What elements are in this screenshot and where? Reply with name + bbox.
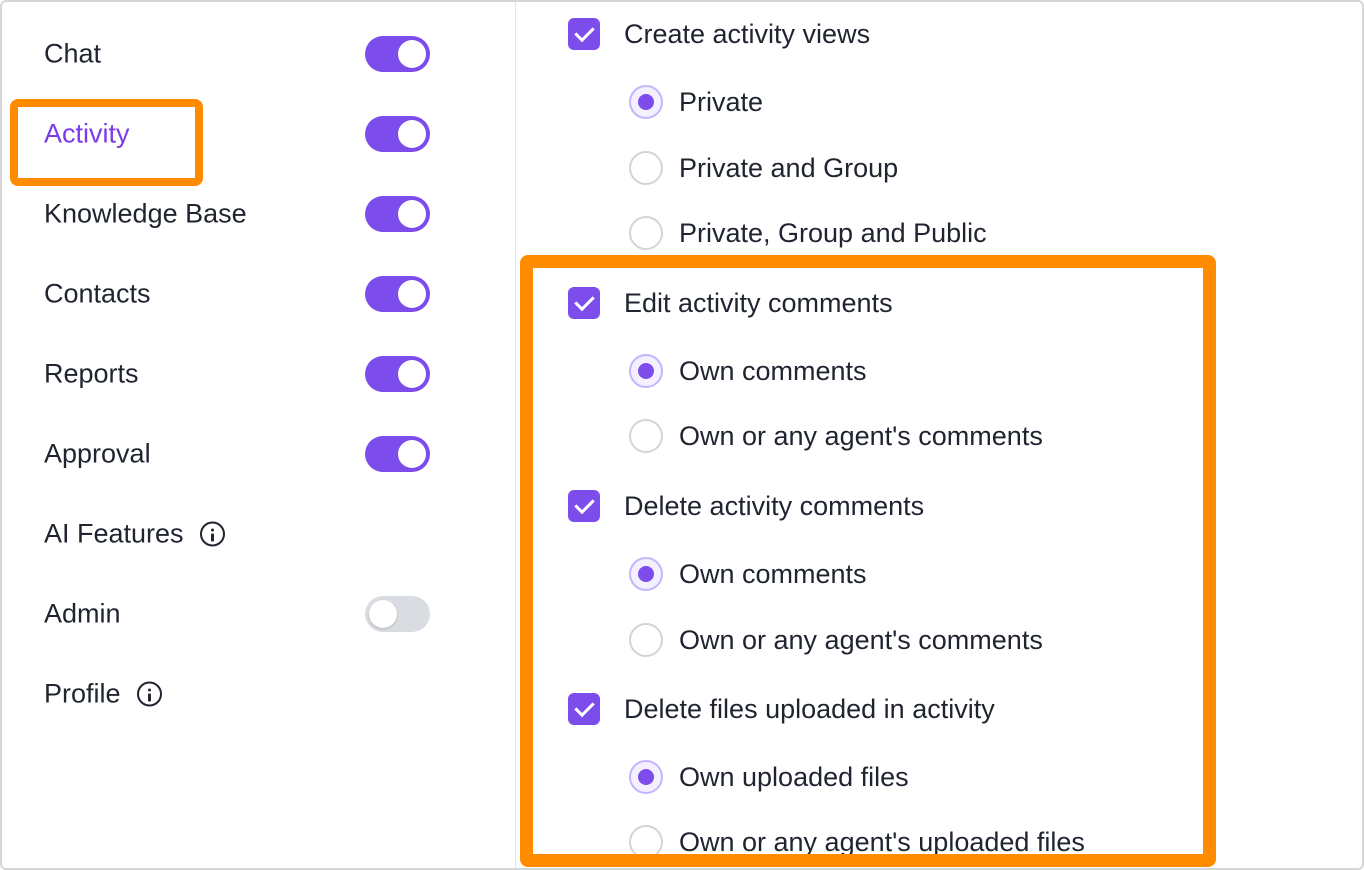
toggle-knob bbox=[398, 280, 426, 308]
module-row-ai-features[interactable]: AI Features bbox=[2, 506, 516, 562]
toggle-knob bbox=[369, 600, 397, 628]
radio-unselected[interactable] bbox=[629, 216, 663, 250]
radio-unselected[interactable] bbox=[629, 151, 663, 185]
module-label-reports: Reports bbox=[44, 358, 139, 389]
module-row-reports[interactable]: Reports bbox=[2, 346, 516, 402]
module-label-approval: Approval bbox=[44, 438, 151, 469]
module-label-profile-wrap: Profile bbox=[44, 679, 162, 710]
module-label-contacts: Contacts bbox=[44, 278, 151, 309]
radio-selected[interactable] bbox=[629, 85, 663, 119]
info-icon[interactable] bbox=[199, 521, 225, 547]
toggle-knob bbox=[398, 200, 426, 228]
admin-toggle[interactable] bbox=[365, 596, 430, 632]
toggle-knob bbox=[398, 40, 426, 68]
info-icon[interactable] bbox=[136, 681, 162, 707]
approval-toggle[interactable] bbox=[365, 436, 430, 472]
knowledge-base-toggle[interactable] bbox=[365, 196, 430, 232]
comments-highlight-box bbox=[520, 255, 1216, 867]
radio-option-private-group-public[interactable]: Private, Group and Public bbox=[629, 211, 987, 255]
module-row-chat[interactable]: Chat bbox=[2, 26, 516, 82]
module-row-profile[interactable]: Profile bbox=[2, 666, 516, 722]
radio-label: Private, Group and Public bbox=[679, 217, 987, 248]
module-label-ai-features: AI Features bbox=[44, 518, 184, 549]
module-label-admin: Admin bbox=[44, 598, 121, 629]
toggle-knob bbox=[398, 120, 426, 148]
create-activity-views-option[interactable]: Create activity views bbox=[568, 12, 870, 56]
radio-option-private[interactable]: Private bbox=[629, 80, 763, 124]
activity-toggle[interactable] bbox=[365, 116, 430, 152]
radio-label: Private and Group bbox=[679, 152, 899, 183]
create-activity-views-label: Create activity views bbox=[624, 18, 871, 49]
chat-toggle[interactable] bbox=[365, 36, 430, 72]
module-row-contacts[interactable]: Contacts bbox=[2, 266, 516, 322]
activity-highlight-box bbox=[10, 99, 203, 186]
module-row-knowledge-base[interactable]: Knowledge Base bbox=[2, 186, 516, 242]
module-label-ai-features-wrap: AI Features bbox=[44, 519, 225, 550]
module-label-chat: Chat bbox=[44, 38, 102, 69]
module-label-knowledge-base: Knowledge Base bbox=[44, 198, 247, 229]
module-row-approval[interactable]: Approval bbox=[2, 426, 516, 482]
toggle-knob bbox=[398, 360, 426, 388]
radio-option-private-and-group[interactable]: Private and Group bbox=[629, 146, 898, 190]
checkbox-checked[interactable] bbox=[568, 18, 600, 50]
permissions-window: Chat Activity Knowledge Base Contacts Re… bbox=[0, 0, 1364, 870]
toggle-knob bbox=[398, 440, 426, 468]
radio-label: Private bbox=[679, 86, 764, 117]
module-label-profile: Profile bbox=[44, 678, 121, 709]
contacts-toggle[interactable] bbox=[365, 276, 430, 312]
reports-toggle[interactable] bbox=[365, 356, 430, 392]
module-row-admin[interactable]: Admin bbox=[2, 586, 516, 642]
